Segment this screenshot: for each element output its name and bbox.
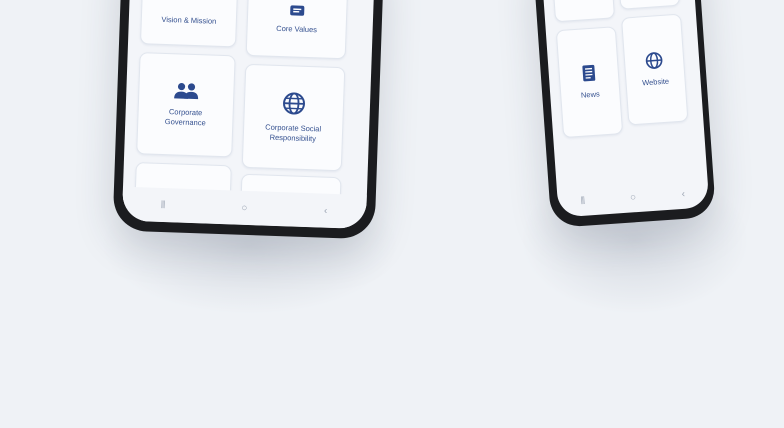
card-core-values[interactable]: Core Values — [245, 0, 349, 60]
card-vision-mission[interactable]: Vision & Mission — [139, 0, 240, 48]
card-label: Corporate Governance — [164, 107, 206, 128]
card-website[interactable]: Website — [621, 13, 689, 126]
back-button[interactable]: ‹ — [314, 205, 336, 217]
people-icon — [173, 81, 200, 100]
card-label: Website — [641, 76, 670, 88]
card-partial-top-right[interactable] — [616, 0, 681, 10]
home-button[interactable]: ○ — [622, 191, 645, 204]
home-button[interactable]: ○ — [233, 202, 255, 214]
left-phone-screen: Vision & Mission Core Values Corporate G… — [121, 0, 375, 230]
card-label: News — [580, 89, 600, 100]
android-nav-bar: ⦀ ○ ‹ — [557, 177, 710, 217]
android-nav-bar: ⦀ ○ ‹ — [121, 186, 367, 230]
card-label: Core Values — [276, 23, 318, 35]
card-label: Vision & Mission — [161, 14, 217, 26]
card-corporate-social-responsibility[interactable]: Corporate Social Responsibility — [241, 63, 346, 172]
back-button[interactable]: ‹ — [672, 188, 695, 201]
globe-icon — [644, 51, 663, 70]
right-phone: News Website ⦀ ○ ‹ — [533, 0, 717, 229]
right-phone-screen: News Website ⦀ ○ ‹ — [541, 0, 710, 218]
recents-button[interactable]: ⦀ — [152, 199, 174, 211]
core-values-icon — [289, 4, 305, 17]
card-news[interactable]: News — [555, 26, 624, 139]
globe-icon — [282, 91, 307, 116]
card-label: Corporate Social Responsibility — [265, 122, 322, 144]
document-icon — [581, 64, 596, 83]
card-partial-top-left[interactable] — [551, 0, 616, 23]
left-phone: Vision & Mission Core Values Corporate G… — [112, 0, 384, 240]
card-corporate-governance[interactable]: Corporate Governance — [136, 52, 236, 158]
recents-button[interactable]: ⦀ — [572, 195, 595, 208]
